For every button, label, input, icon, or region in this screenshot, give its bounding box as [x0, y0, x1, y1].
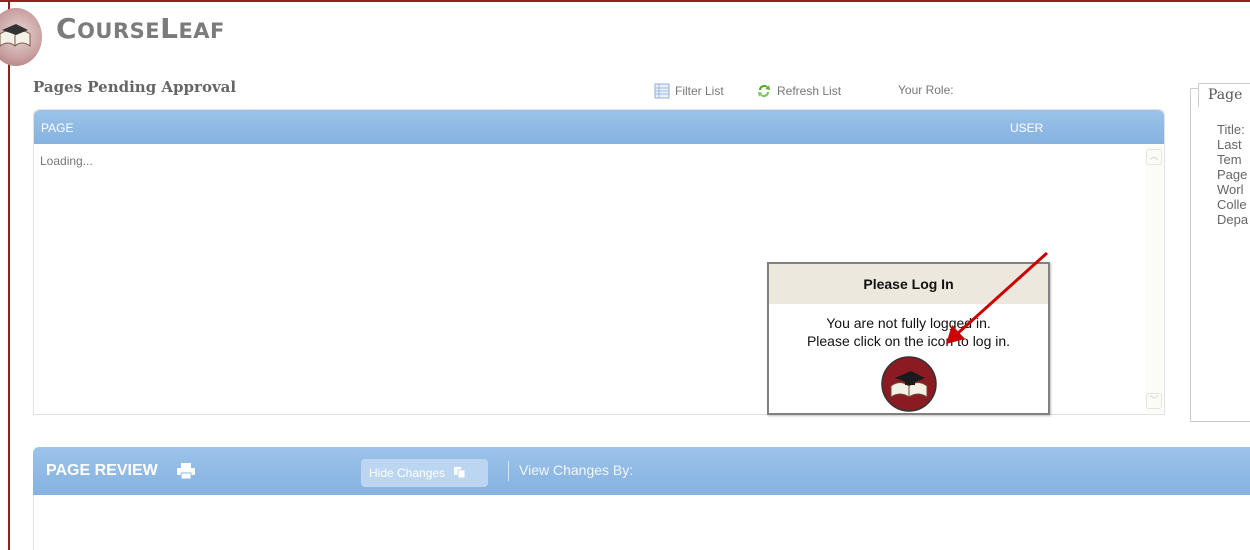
view-changes-by-label: View Changes By:: [519, 462, 634, 478]
field-college: Colle: [1217, 197, 1247, 212]
field-workflow: Worl: [1217, 182, 1244, 197]
page-review-content: [33, 495, 1250, 550]
login-message-line2: Please click on the icon to log in.: [806, 333, 1011, 349]
courseleaf-logo-icon: [0, 8, 42, 66]
login-dialog-body: You are not fully logged in. Please clic…: [769, 304, 1048, 412]
top-frame-border: [0, 0, 1250, 2]
scroll-down-button[interactable]: ﹀: [1146, 393, 1162, 409]
page-review-bar: PAGE REVIEW Hide Changes View Changes By…: [33, 447, 1250, 495]
toolbar-separator: [508, 461, 509, 481]
hide-changes-button[interactable]: Hide Changes: [361, 459, 488, 487]
refresh-icon: [758, 85, 770, 97]
page-info-fields: Title: Last Tem Page Worl Colle Depa: [1217, 122, 1248, 227]
login-dialog: Please Log In You are not fully logged i…: [767, 262, 1050, 415]
field-last: Last: [1217, 137, 1242, 152]
column-header-page[interactable]: PAGE: [41, 121, 73, 135]
list-header: PAGE USER: [34, 110, 1164, 144]
filter-list-icon: [654, 83, 670, 99]
field-title: Title:: [1217, 122, 1245, 137]
page-review-title: PAGE REVIEW: [46, 462, 158, 479]
tab-page[interactable]: Page: [1198, 83, 1250, 107]
hide-changes-icon: [454, 467, 466, 478]
print-icon[interactable]: [176, 462, 196, 480]
app-title: COURSELEAF: [56, 12, 225, 45]
login-dialog-title: Please Log In: [769, 264, 1048, 304]
login-message-line1: You are not fully logged in.: [826, 315, 991, 331]
pending-approval-heading: Pages Pending Approval: [33, 78, 237, 96]
hide-changes-label: Hide Changes: [369, 466, 446, 480]
refresh-list-label: Refresh List: [777, 84, 842, 98]
left-frame-border: [8, 0, 10, 550]
page-info-panel: Page Title: Last Tem Page Worl Colle Dep…: [1190, 83, 1250, 422]
your-role-label: Your Role:: [898, 83, 954, 97]
field-department: Depa: [1217, 212, 1249, 227]
scroll-up-button[interactable]: ︿: [1146, 149, 1162, 165]
login-icon[interactable]: [880, 356, 937, 412]
filter-list-button[interactable]: Filter List: [654, 83, 724, 99]
column-header-user[interactable]: USER: [1010, 121, 1043, 135]
refresh-list-button[interactable]: Refresh List: [756, 83, 841, 99]
filter-list-label: Filter List: [675, 84, 724, 98]
field-page: Page: [1217, 167, 1248, 182]
list-scrollbar[interactable]: ︿ ﹀: [1145, 145, 1163, 413]
field-template: Tem: [1217, 152, 1242, 167]
loading-text: Loading...: [40, 154, 93, 168]
